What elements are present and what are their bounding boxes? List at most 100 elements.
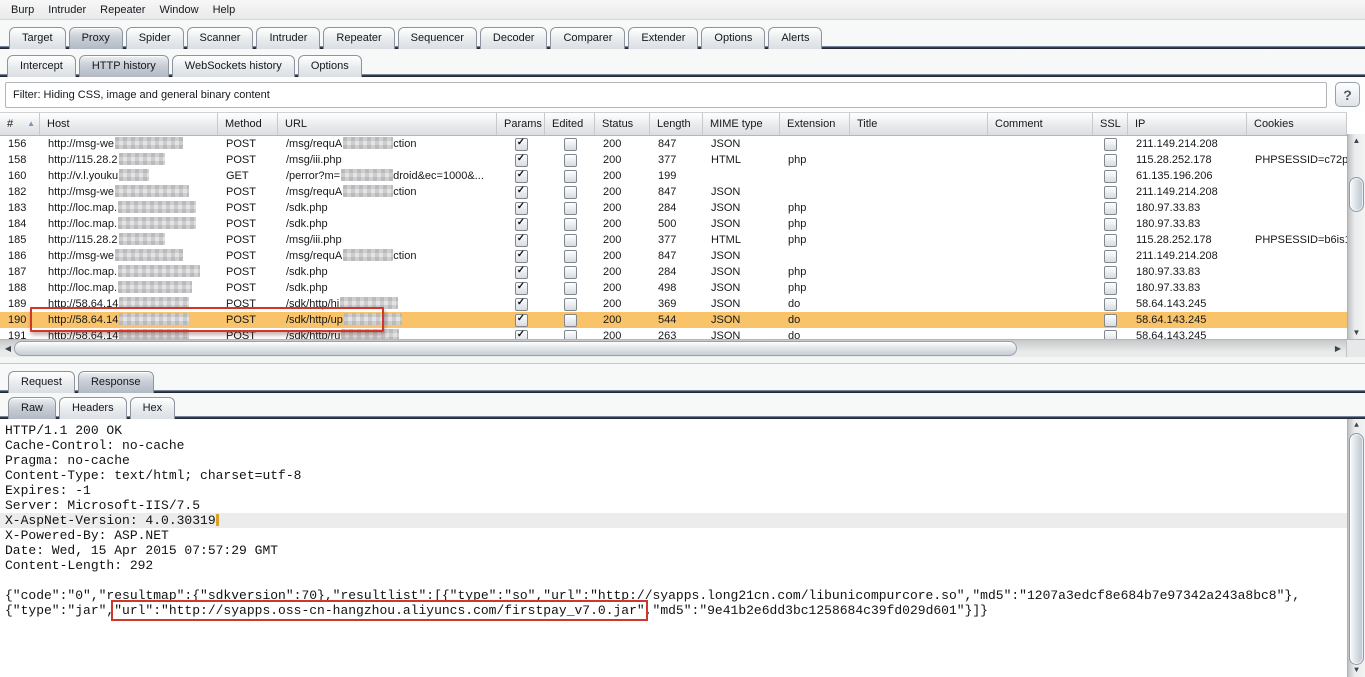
scroll-right-icon[interactable]: ▶	[1331, 340, 1345, 357]
tab-comparer[interactable]: Comparer	[550, 27, 625, 49]
table-row[interactable]: 182http://msg-wePOST/msg/requAction20084…	[0, 184, 1347, 200]
params-checkbox[interactable]	[515, 314, 528, 327]
params-checkbox[interactable]	[515, 282, 528, 295]
tab-response[interactable]: Response	[78, 371, 154, 393]
scroll-left-icon[interactable]: ◀	[1, 340, 15, 357]
params-checkbox[interactable]	[515, 298, 528, 311]
ssl-checkbox[interactable]	[1104, 298, 1117, 311]
edited-checkbox[interactable]	[564, 186, 577, 199]
tab-raw[interactable]: Raw	[8, 397, 56, 419]
tab-repeater[interactable]: Repeater	[323, 27, 394, 49]
tab-scanner[interactable]: Scanner	[187, 27, 254, 49]
ssl-checkbox[interactable]	[1104, 186, 1117, 199]
edited-checkbox[interactable]	[564, 170, 577, 183]
table-row[interactable]: 184http://loc.map.POST/sdk.php200500JSON…	[0, 216, 1347, 232]
scroll-up-icon[interactable]: ▲	[1348, 419, 1365, 432]
edited-checkbox[interactable]	[564, 314, 577, 327]
tab-options[interactable]: Options	[298, 55, 362, 77]
help-button[interactable]: ?	[1335, 82, 1360, 107]
table-row[interactable]: 160http://v.l.youkuGET/perror?m=droid&ec…	[0, 168, 1347, 184]
ssl-checkbox[interactable]	[1104, 202, 1117, 215]
tab-proxy[interactable]: Proxy	[69, 27, 123, 49]
edited-checkbox[interactable]	[564, 154, 577, 167]
table-row[interactable]: 187http://loc.map.POST/sdk.php200284JSON…	[0, 264, 1347, 280]
table-row[interactable]: 158http://115.28.2POST/msg/iii.php200377…	[0, 152, 1347, 168]
edited-checkbox[interactable]	[564, 282, 577, 295]
column-header-url[interactable]: URL	[278, 113, 497, 135]
tab-options[interactable]: Options	[701, 27, 765, 49]
table-row[interactable]: 156http://msg-wePOST/msg/requAction20084…	[0, 136, 1347, 152]
scroll-down-icon[interactable]: ▼	[1348, 664, 1365, 677]
scroll-up-icon[interactable]: ▲	[1348, 134, 1365, 147]
scrollbar-thumb[interactable]	[14, 341, 1017, 356]
column-header-title[interactable]: Title	[850, 113, 988, 135]
column-header-comment[interactable]: Comment	[988, 113, 1093, 135]
ssl-checkbox[interactable]	[1104, 250, 1117, 263]
ssl-checkbox[interactable]	[1104, 266, 1117, 279]
tab-spider[interactable]: Spider	[126, 27, 184, 49]
table-row[interactable]: 190http://58.64.14POST/sdk/http/up200544…	[0, 312, 1347, 328]
table-row[interactable]: 183http://loc.map.POST/sdk.php200284JSON…	[0, 200, 1347, 216]
tab-websockets-history[interactable]: WebSockets history	[172, 55, 295, 77]
scroll-down-icon[interactable]: ▼	[1348, 326, 1365, 339]
column-header-edited[interactable]: Edited	[545, 113, 595, 135]
response-viewer[interactable]: HTTP/1.1 200 OKCache-Control: no-cachePr…	[0, 419, 1365, 677]
response-vertical-scrollbar[interactable]: ▲ ▼	[1347, 419, 1365, 677]
menu-window[interactable]: Window	[152, 2, 205, 18]
params-checkbox[interactable]	[515, 138, 528, 151]
panel-divider[interactable]	[0, 357, 1365, 364]
ssl-checkbox[interactable]	[1104, 282, 1117, 295]
params-checkbox[interactable]	[515, 250, 528, 263]
scrollbar-thumb[interactable]	[1349, 433, 1364, 665]
edited-checkbox[interactable]	[564, 298, 577, 311]
tab-intercept[interactable]: Intercept	[7, 55, 76, 77]
table-row[interactable]: 188http://loc.map.POST/sdk.php200498JSON…	[0, 280, 1347, 296]
column-header-mime-type[interactable]: MIME type	[703, 113, 780, 135]
menu-burp[interactable]: Burp	[4, 2, 41, 18]
tab-decoder[interactable]: Decoder	[480, 27, 548, 49]
ssl-checkbox[interactable]	[1104, 234, 1117, 247]
tab-intruder[interactable]: Intruder	[256, 27, 320, 49]
edited-checkbox[interactable]	[564, 250, 577, 263]
params-checkbox[interactable]	[515, 202, 528, 215]
menu-help[interactable]: Help	[206, 2, 243, 18]
tab-http-history[interactable]: HTTP history	[79, 55, 169, 77]
edited-checkbox[interactable]	[564, 138, 577, 151]
tab-alerts[interactable]: Alerts	[768, 27, 822, 49]
column-header-params[interactable]: Params	[497, 113, 545, 135]
column-header-status[interactable]: Status	[595, 113, 650, 135]
edited-checkbox[interactable]	[564, 218, 577, 231]
ssl-checkbox[interactable]	[1104, 170, 1117, 183]
table-row[interactable]: 185http://115.28.2POST/msg/iii.php200377…	[0, 232, 1347, 248]
tab-headers[interactable]: Headers	[59, 397, 127, 419]
column-header-length[interactable]: Length	[650, 113, 703, 135]
params-checkbox[interactable]	[515, 170, 528, 183]
column-header-extension[interactable]: Extension	[780, 113, 850, 135]
menu-intruder[interactable]: Intruder	[41, 2, 93, 18]
column-header-method[interactable]: Method	[218, 113, 278, 135]
table-row[interactable]: 186http://msg-wePOST/msg/requAction20084…	[0, 248, 1347, 264]
table-horizontal-scrollbar[interactable]: ◀ ▶	[0, 339, 1365, 357]
ssl-checkbox[interactable]	[1104, 314, 1117, 327]
tab-sequencer[interactable]: Sequencer	[398, 27, 477, 49]
params-checkbox[interactable]	[515, 218, 528, 231]
tab-target[interactable]: Target	[9, 27, 66, 49]
edited-checkbox[interactable]	[564, 266, 577, 279]
tab-hex[interactable]: Hex	[130, 397, 176, 419]
ssl-checkbox[interactable]	[1104, 218, 1117, 231]
tab-extender[interactable]: Extender	[628, 27, 698, 49]
table-vertical-scrollbar[interactable]: ▲ ▼	[1347, 134, 1365, 339]
column-header-ip[interactable]: IP	[1128, 113, 1247, 135]
params-checkbox[interactable]	[515, 266, 528, 279]
params-checkbox[interactable]	[515, 154, 528, 167]
edited-checkbox[interactable]	[564, 202, 577, 215]
filter-description[interactable]: Filter: Hiding CSS, image and general bi…	[5, 82, 1327, 108]
column-header-cookies[interactable]: Cookies	[1247, 113, 1347, 135]
ssl-checkbox[interactable]	[1104, 138, 1117, 151]
column-header-[interactable]: #▲	[0, 113, 40, 135]
column-header-ssl[interactable]: SSL	[1093, 113, 1128, 135]
column-header-host[interactable]: Host	[40, 113, 218, 135]
scrollbar-thumb[interactable]	[1349, 177, 1364, 212]
menu-repeater[interactable]: Repeater	[93, 2, 152, 18]
params-checkbox[interactable]	[515, 186, 528, 199]
